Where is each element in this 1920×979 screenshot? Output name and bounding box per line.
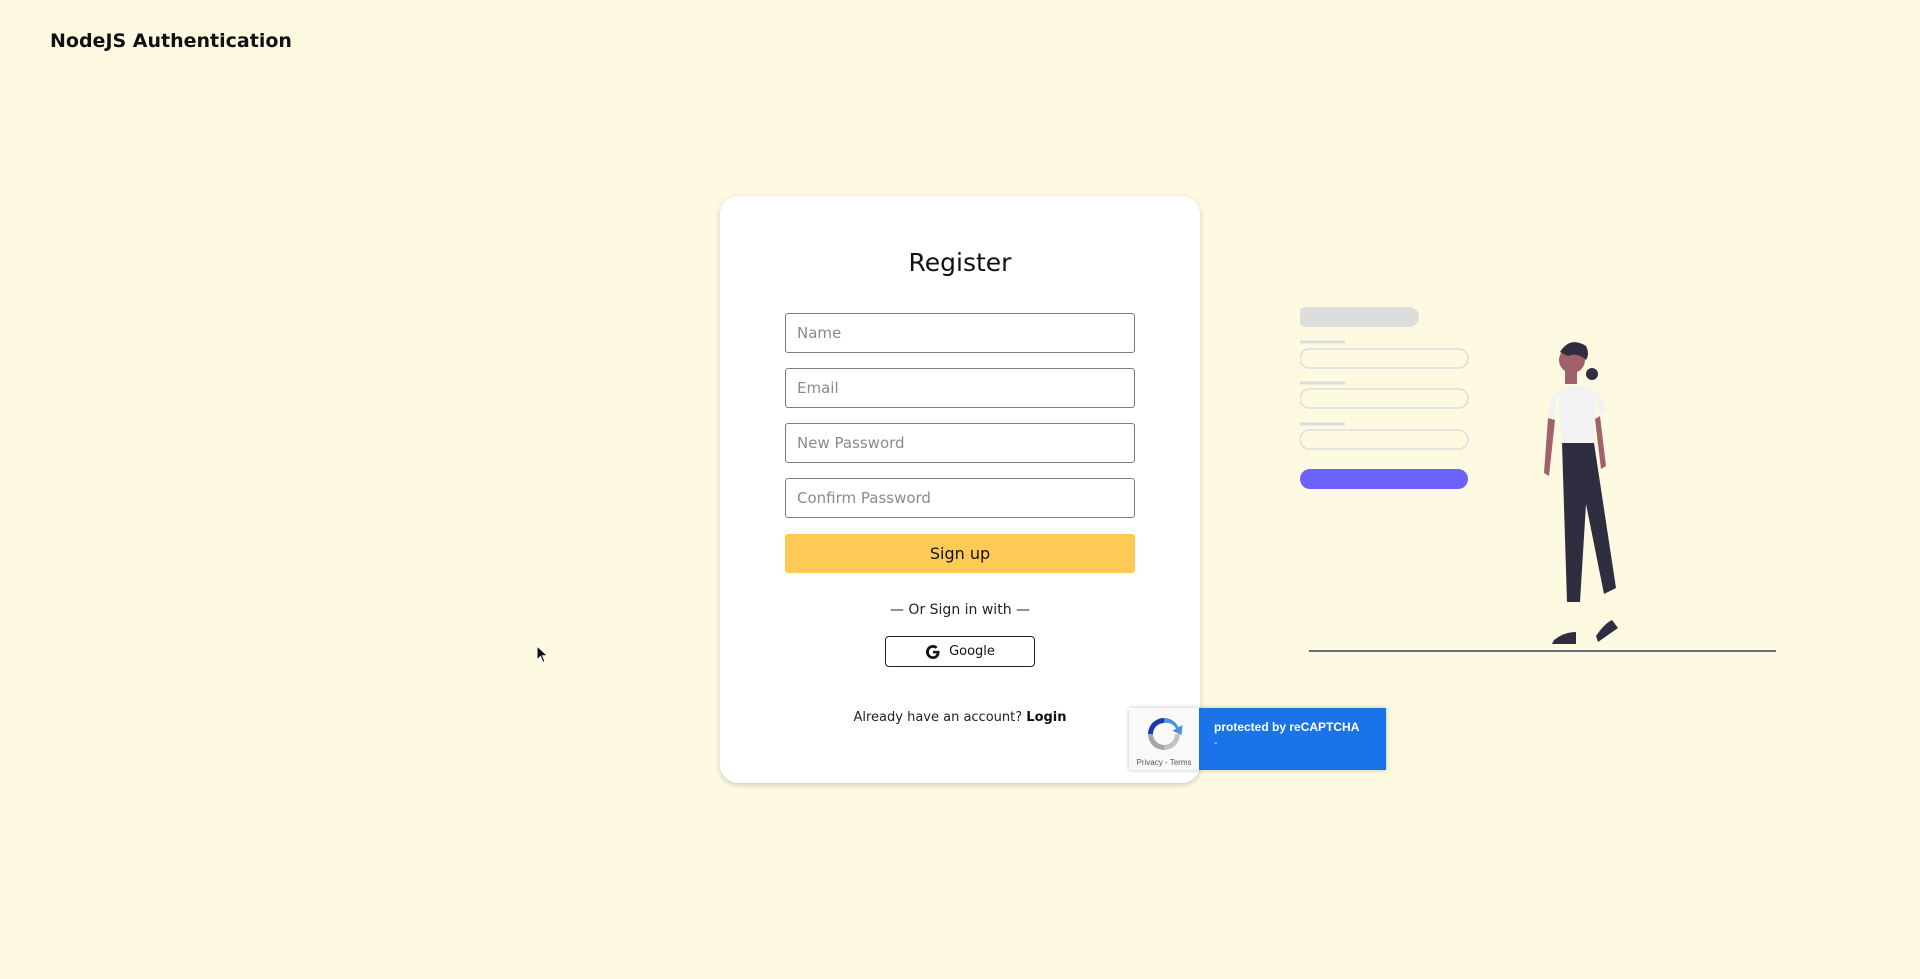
email-input[interactable] (785, 368, 1135, 408)
mock-form-field-1 (1300, 348, 1469, 369)
recaptcha-logo: Privacy - Terms (1129, 708, 1199, 770)
google-button-label: Google (949, 644, 995, 659)
recaptcha-badge[interactable]: Privacy - Terms protected by reCAPTCHA - (1129, 708, 1386, 770)
login-prompt: Already have an account? Login (720, 710, 1200, 725)
person-figure (1544, 342, 1618, 644)
new-password-input[interactable] (785, 423, 1135, 463)
register-title: Register (908, 248, 1012, 277)
login-prompt-text: Already have an account? (853, 710, 1023, 725)
signup-button[interactable]: Sign up (785, 534, 1135, 573)
signup-illustration (1300, 307, 1776, 652)
mock-form-field-3 (1300, 429, 1469, 450)
mouse-cursor-icon (536, 645, 549, 664)
or-sign-in-with-text: — Or Sign in with — (889, 602, 1031, 618)
recaptcha-sub: - (1214, 738, 1218, 749)
confirm-password-input[interactable] (785, 478, 1135, 518)
login-link[interactable]: Login (1026, 710, 1066, 725)
app-brand-title[interactable]: NodeJS Authentication (50, 30, 292, 52)
register-card: Register Sign up — Or Sign in with — Goo… (720, 196, 1200, 783)
recaptcha-privacy-terms[interactable]: Privacy - Terms (1129, 758, 1199, 767)
mock-form-button (1300, 469, 1468, 489)
google-icon (925, 644, 941, 660)
mock-form-header (1300, 307, 1419, 327)
recaptcha-label-block: protected by reCAPTCHA - (1199, 708, 1359, 770)
name-input[interactable] (785, 313, 1135, 353)
google-sign-in-button[interactable]: Google (885, 636, 1035, 667)
recaptcha-icon (1148, 718, 1183, 750)
recaptcha-label: protected by reCAPTCHA (1214, 720, 1360, 734)
mock-form-field-2 (1300, 388, 1469, 409)
